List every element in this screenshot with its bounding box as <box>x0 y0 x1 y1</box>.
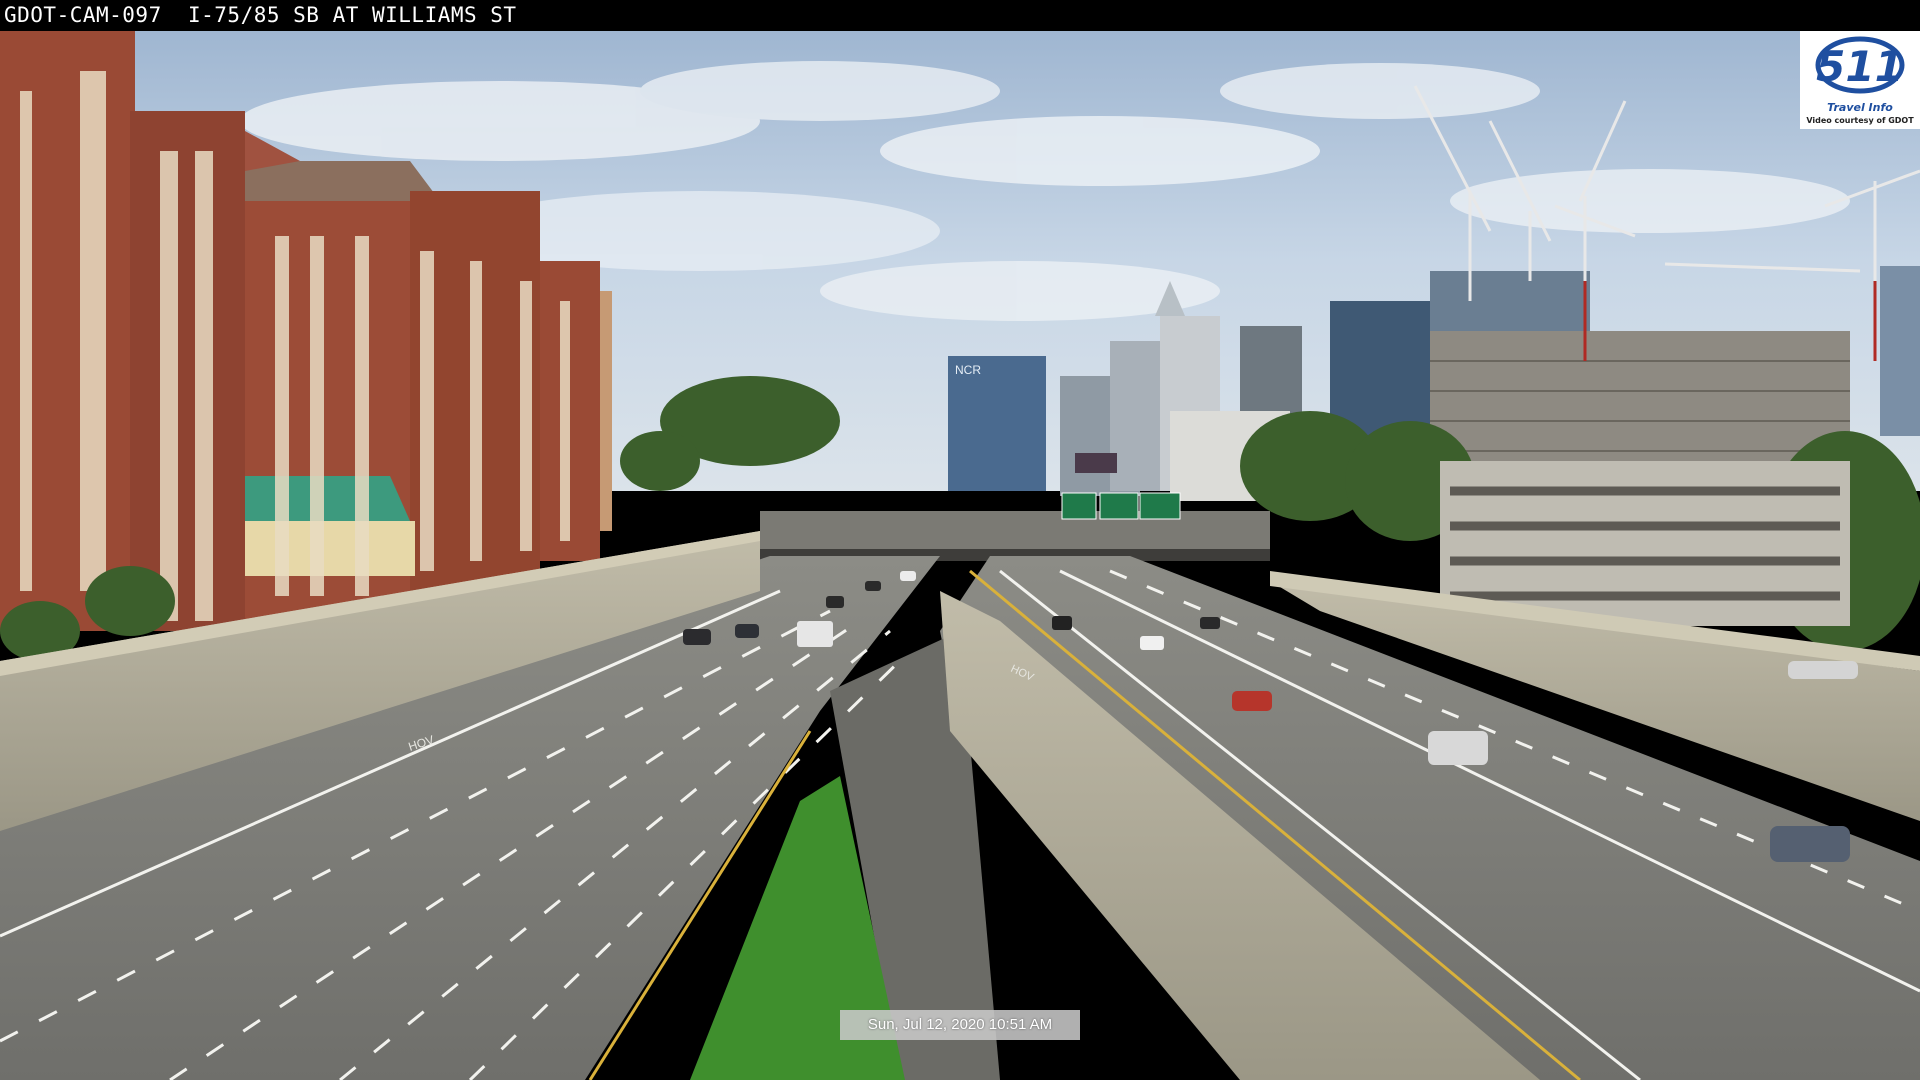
teal-roof <box>245 476 410 521</box>
truck <box>797 621 833 647</box>
car <box>865 581 881 591</box>
highway-sign <box>1139 492 1181 520</box>
camera-title-bar: GDOT-CAM-097 I-75/85 SB AT WILLIAMS ST <box>0 0 1920 31</box>
parking-deck <box>1440 461 1850 626</box>
car <box>826 596 844 608</box>
highway-sign <box>1061 492 1097 520</box>
logo-line2: Video courtesy of GDOT <box>1806 116 1914 125</box>
timestamp-label: Sun, Jul 12, 2020 10:51 AM <box>840 1010 1080 1040</box>
ncr-logo: NCR <box>955 363 981 377</box>
overhead-signs <box>1061 492 1181 520</box>
car <box>900 571 916 581</box>
511-logo-icon: 511 <box>1815 36 1905 94</box>
highway-sign <box>1099 492 1139 520</box>
car <box>735 624 759 638</box>
billboard <box>1075 453 1117 473</box>
suv <box>1428 731 1488 765</box>
511-logo: 511 Travel Info Video courtesy of GDOT <box>1800 31 1920 129</box>
car <box>1140 636 1164 650</box>
camera-frame: NCR HOV HOV GDOT-CAM-097 I-75/85 SB AT W… <box>0 0 1920 1080</box>
camera-title: GDOT-CAM-097 I-75/85 SB AT WILLIAMS ST <box>4 3 517 27</box>
car <box>1788 661 1858 679</box>
car <box>1232 691 1272 711</box>
car <box>683 629 711 645</box>
car <box>1200 617 1220 629</box>
car <box>1052 616 1072 630</box>
car <box>1770 826 1850 862</box>
511-logo-number: 511 <box>1816 42 1904 91</box>
logo-line1: Travel Info <box>1827 101 1893 114</box>
camera-scene: NCR HOV HOV <box>0 31 1920 1080</box>
overpass-bridge <box>760 511 1270 549</box>
